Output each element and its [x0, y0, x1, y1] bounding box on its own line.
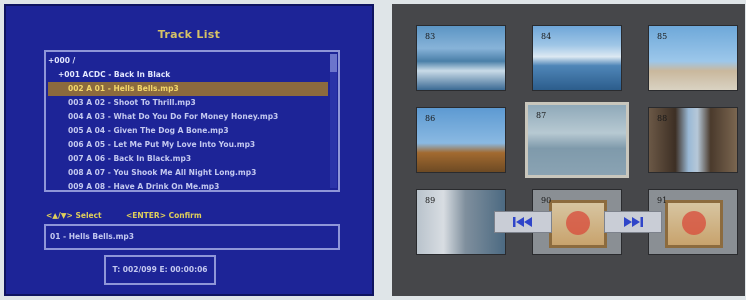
track-item[interactable]: 002 A 01 - Hells Bells.mp3 — [48, 82, 328, 96]
track-time-display: T: 002/099 E: 00:00:06 — [104, 255, 216, 285]
thumbnail-number: 90 — [541, 196, 552, 205]
track-list-title: Track List — [157, 28, 221, 41]
thumbnail-number: 88 — [657, 114, 668, 123]
thumbnail-number: 87 — [536, 111, 547, 120]
photo-thumbnail[interactable]: 89 — [416, 189, 506, 255]
track-item[interactable]: 004 A 03 - What Do You Do For Money Hone… — [48, 110, 328, 124]
previous-button[interactable] — [494, 211, 552, 233]
thumbnail-number: 91 — [657, 196, 668, 205]
track-item[interactable]: 009 A 08 - Have A Drink On Me.mp3 — [48, 180, 328, 190]
photo-thumbnail-selected[interactable]: 87 — [525, 102, 629, 178]
photo-thumbnail[interactable]: 83 — [416, 25, 506, 91]
skip-forward-icon — [624, 217, 643, 227]
track-item[interactable]: 006 A 05 - Let Me Put My Love Into You.m… — [48, 138, 328, 152]
track-item[interactable]: 007 A 06 - Back In Black.mp3 — [48, 152, 328, 166]
thumbnail-number: 83 — [425, 32, 436, 41]
thumbnail-number: 85 — [657, 32, 668, 41]
skip-back-icon — [513, 217, 532, 227]
track-item[interactable]: 005 A 04 - Given The Dog A Bone.mp3 — [48, 124, 328, 138]
photo-thumbnail[interactable]: 86 — [416, 107, 506, 173]
root-folder-item[interactable]: +000 / — [48, 54, 328, 68]
select-hint: <▲/▼> Select — [46, 211, 102, 220]
now-playing-field: 01 - Hells Bells.mp3 — [44, 224, 340, 250]
photo-thumbnail[interactable]: 88 — [648, 107, 738, 173]
track-item[interactable]: 008 A 07 - You Shook Me All Night Long.m… — [48, 166, 328, 180]
track-list[interactable]: +000 / +001 ACDC - Back In Black 002 A 0… — [44, 50, 340, 192]
thumbnail-number: 84 — [541, 32, 552, 41]
thumbnail-number: 86 — [425, 114, 436, 123]
thumbnail-number: 89 — [425, 196, 436, 205]
scrollbar-thumb[interactable] — [330, 54, 337, 72]
photo-grid-screen: 83 84 85 86 87 88 89 90 91 — [392, 4, 745, 296]
confirm-hint: <ENTER> Confirm — [126, 211, 202, 220]
track-list-screen: Track List +000 / +001 ACDC - Back In Bl… — [4, 4, 374, 296]
next-button[interactable] — [604, 211, 662, 233]
album-folder-item[interactable]: +001 ACDC - Back In Black — [58, 68, 328, 82]
photo-thumbnail[interactable]: 84 — [532, 25, 622, 91]
track-item[interactable]: 003 A 02 - Shoot To Thrill.mp3 — [48, 96, 328, 110]
list-scrollbar[interactable] — [330, 54, 337, 188]
photo-thumbnail[interactable]: 85 — [648, 25, 738, 91]
